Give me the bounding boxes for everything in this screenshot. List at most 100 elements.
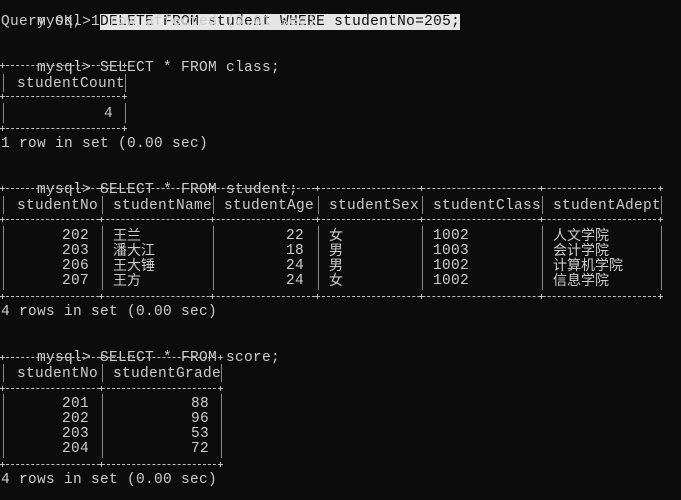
border-corner xyxy=(99,462,104,467)
column-divider xyxy=(661,226,662,290)
table-cell: 203 xyxy=(61,426,89,442)
column-divider xyxy=(318,226,319,290)
table-cell: 72 xyxy=(190,441,209,457)
query-result-status: 1 row in set (0.00 sec) xyxy=(1,136,209,152)
column-header: studentAge xyxy=(224,198,315,214)
border-corner xyxy=(99,186,104,191)
table-cell: 18 xyxy=(285,243,304,259)
table-cell: 人文学院 xyxy=(553,228,609,244)
table-cell: 206 xyxy=(61,258,89,274)
table-cell: 22 xyxy=(285,228,304,244)
table-cell: 计算机学院 xyxy=(553,258,623,274)
table-border-top xyxy=(1,65,125,67)
column-divider xyxy=(3,103,4,123)
table-cell: 女 xyxy=(329,228,343,244)
table-cell: 信息学院 xyxy=(553,273,609,289)
border-corner xyxy=(99,294,104,299)
table-cell: 王兰 xyxy=(113,228,141,244)
query-result-status: 4 rows in set (0.00 sec) xyxy=(1,304,218,320)
border-corner xyxy=(419,294,424,299)
table-cell: 96 xyxy=(190,411,209,427)
table-cell: 201 xyxy=(61,396,89,412)
border-corner xyxy=(315,217,320,222)
table-cell: 王大锤 xyxy=(113,258,155,274)
sql-text: SELECT * FROM class; xyxy=(100,60,281,76)
column-divider xyxy=(542,226,543,290)
border-corner xyxy=(658,217,663,222)
border-corner xyxy=(0,94,5,99)
border-corner xyxy=(0,217,5,222)
column-header: studentNo xyxy=(17,366,99,382)
border-corner xyxy=(210,217,215,222)
table-cell: 24 xyxy=(285,273,304,289)
border-corner xyxy=(99,386,104,391)
table-cell: 24 xyxy=(285,258,304,274)
table-cell: 会计学院 xyxy=(553,243,609,259)
command-line-student: mysql> SELECT * FROM student; xyxy=(1,168,298,198)
column-divider xyxy=(102,196,103,214)
table-cell: 潘大江 xyxy=(113,243,155,259)
border-corner xyxy=(122,94,127,99)
command-line-class: mysql> SELECT * FROM class; xyxy=(1,46,280,76)
column-divider xyxy=(213,226,214,290)
table-border-mid xyxy=(1,388,221,390)
table-cell: 男 xyxy=(329,258,343,274)
column-header: studentSex xyxy=(329,198,420,214)
column-header: studentClass xyxy=(433,198,542,214)
border-corner xyxy=(539,294,544,299)
table-cell: 202 xyxy=(61,411,89,427)
column-header: studentNo xyxy=(17,198,99,214)
border-corner xyxy=(0,386,5,391)
border-corner xyxy=(122,126,127,131)
border-corner xyxy=(0,126,5,131)
border-corner xyxy=(218,355,223,360)
table-cell: 1003 xyxy=(433,243,470,259)
table-cell: 88 xyxy=(190,396,209,412)
table-border-bottom xyxy=(1,128,125,130)
border-corner xyxy=(210,186,215,191)
column-divider xyxy=(221,394,222,458)
border-corner xyxy=(315,294,320,299)
border-corner xyxy=(658,294,663,299)
command-line-delete: mysql> DELETE FROM student WHERE student… xyxy=(1,0,461,30)
column-header: studentCount xyxy=(17,76,126,92)
border-corner xyxy=(419,217,424,222)
table-cell: 女 xyxy=(329,273,343,289)
table-border-mid xyxy=(1,96,125,98)
border-corner xyxy=(99,355,104,360)
column-divider xyxy=(3,364,4,382)
column-header: studentAdept xyxy=(553,198,662,214)
column-divider xyxy=(102,394,103,458)
column-divider xyxy=(221,364,222,382)
column-divider xyxy=(102,364,103,382)
column-divider xyxy=(3,226,4,290)
border-corner xyxy=(419,186,424,191)
column-divider xyxy=(3,74,4,92)
column-divider xyxy=(542,196,543,214)
prompt: mysql> xyxy=(37,60,101,76)
border-corner xyxy=(0,355,5,360)
prompt: mysql> xyxy=(37,182,101,198)
column-header: studentName xyxy=(113,198,213,214)
column-divider xyxy=(3,394,4,458)
column-divider xyxy=(661,196,662,214)
table-border-bottom xyxy=(1,464,221,466)
column-divider xyxy=(3,196,4,214)
column-divider xyxy=(318,196,319,214)
table-cell: 203 xyxy=(61,243,89,259)
column-header: studentGrade xyxy=(113,366,222,382)
table-cell: 202 xyxy=(61,228,89,244)
query-result-status: 4 rows in set (0.00 sec) xyxy=(1,472,218,488)
table-cell: 1002 xyxy=(433,273,470,289)
column-divider xyxy=(422,196,423,214)
column-divider xyxy=(125,74,126,92)
border-corner xyxy=(218,386,223,391)
query-result-status: Query OK, 1 row affected (0.01 sec) xyxy=(1,14,317,30)
border-corner xyxy=(0,462,5,467)
table-cell: 1002 xyxy=(433,228,470,244)
border-corner xyxy=(210,294,215,299)
table-cell: 204 xyxy=(61,441,89,457)
border-corner xyxy=(0,294,5,299)
column-divider xyxy=(213,196,214,214)
table-border-top xyxy=(1,357,221,359)
